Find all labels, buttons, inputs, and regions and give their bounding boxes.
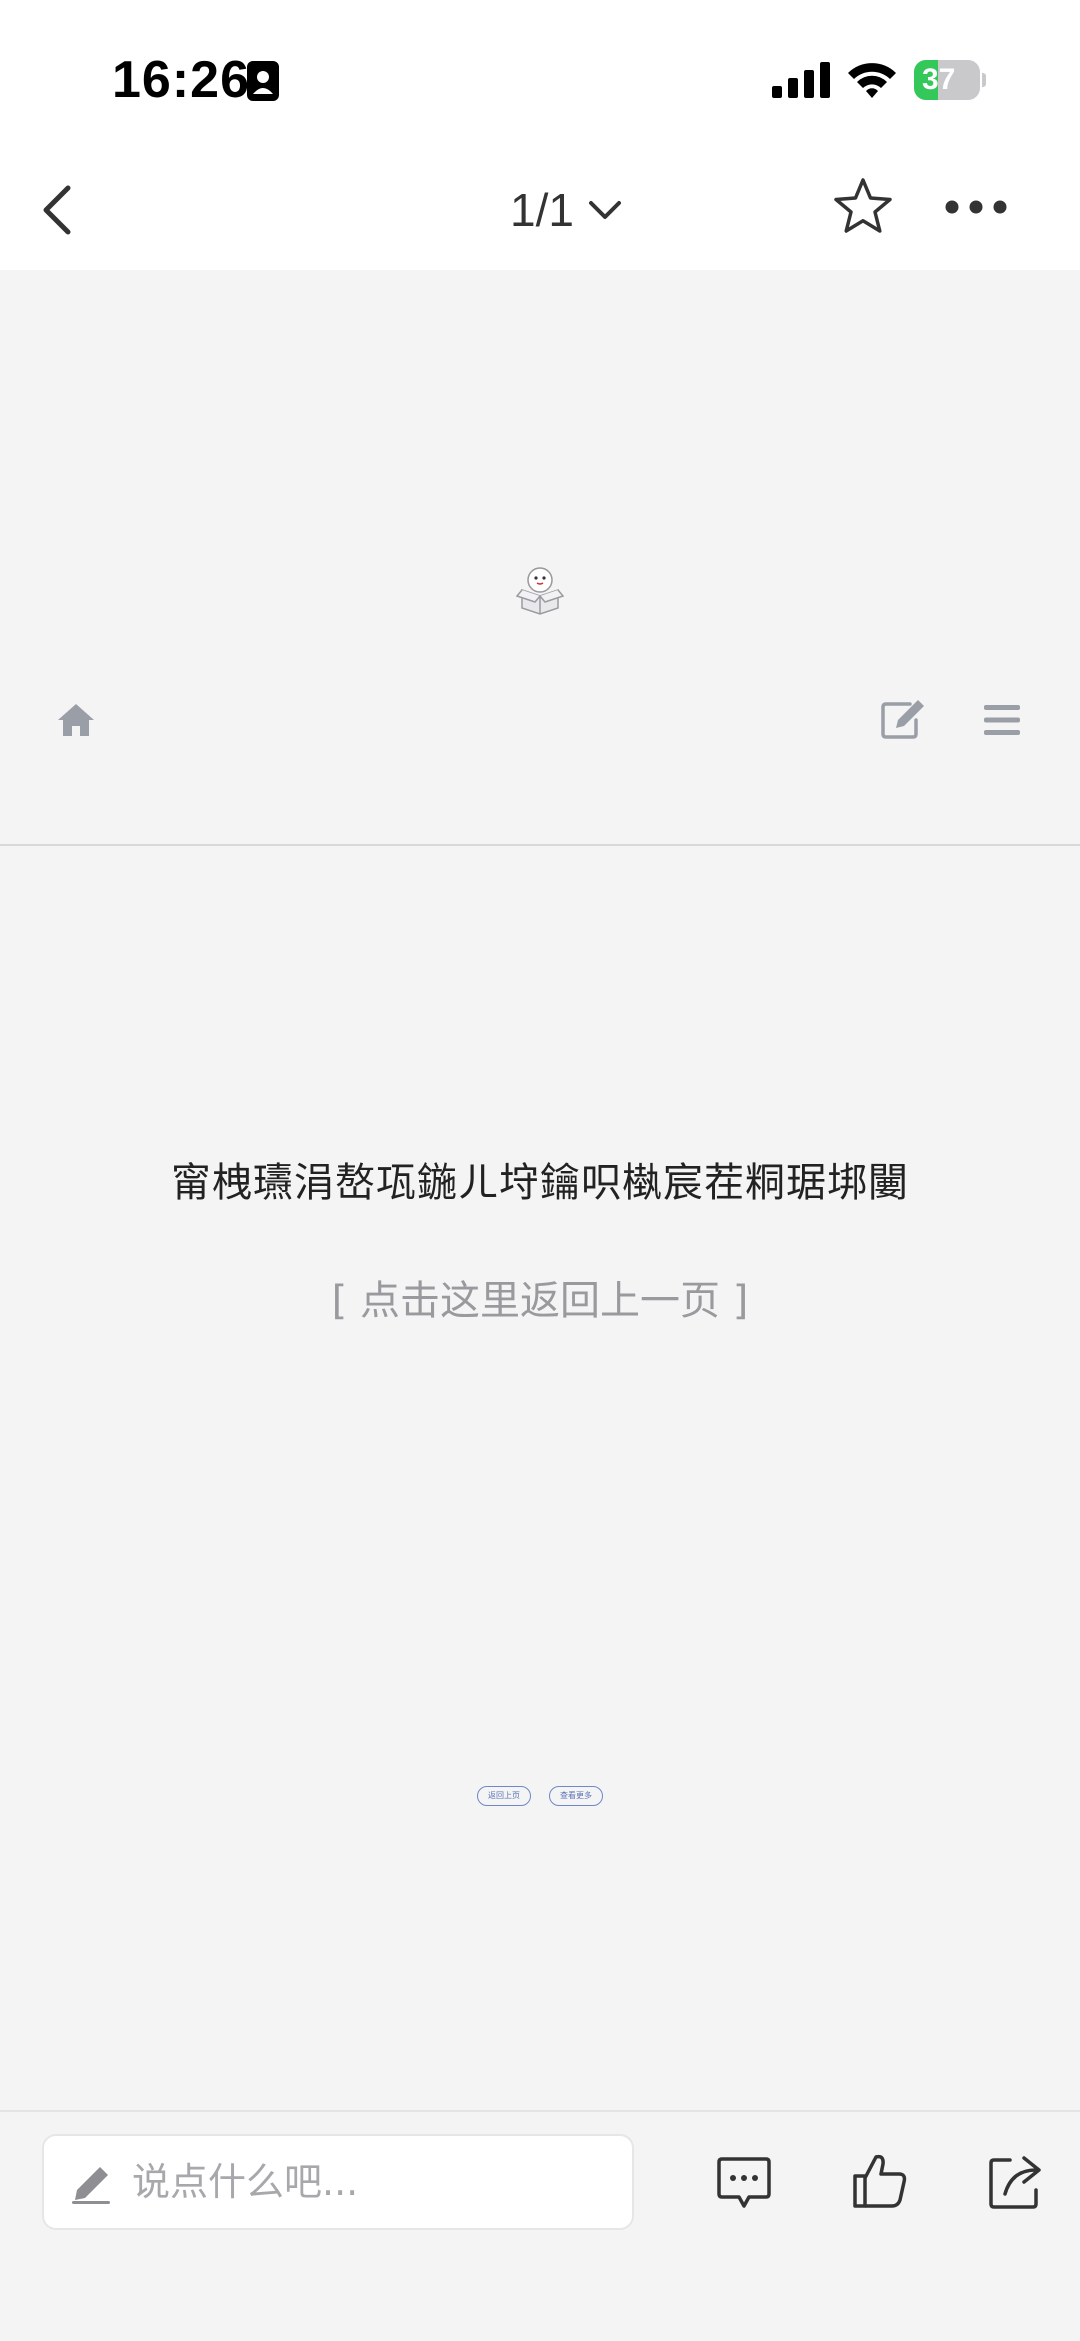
navigation-bar: 1/1 bbox=[0, 150, 1080, 270]
share-icon[interactable] bbox=[988, 2154, 1042, 2210]
comment-input[interactable]: 说点什么吧... bbox=[42, 2134, 634, 2230]
favorite-star-button[interactable] bbox=[832, 176, 894, 238]
edit-icon[interactable] bbox=[880, 698, 926, 740]
mascot-box-icon bbox=[516, 567, 564, 615]
menu-icon[interactable] bbox=[982, 702, 1022, 738]
page-indicator-label: 1/1 bbox=[510, 184, 574, 236]
page-selector[interactable]: 1/1 bbox=[510, 178, 622, 242]
view-more-mini-button[interactable]: 查看更多 bbox=[549, 1786, 603, 1806]
error-message: 甯栧瓙涓嶅瓨鍦ㄦ垨鑰呮槸宸茬粡琚垹闄 bbox=[171, 1160, 909, 1206]
home-icon[interactable] bbox=[56, 702, 96, 738]
chevron-down-icon bbox=[588, 201, 621, 219]
web-content: 甯栧瓙涓嶅瓨鍦ㄦ垨鑰呮槸宸茬粡琚垹闄 [ 点击这里返回上一页 ] 返回上页 查看… bbox=[0, 270, 1080, 2110]
bottom-action-bar: 说点什么吧... bbox=[0, 2110, 1080, 2341]
site-header-bar bbox=[0, 660, 1080, 846]
wifi-icon bbox=[848, 63, 896, 98]
comments-icon[interactable] bbox=[716, 2156, 772, 2210]
mini-button-row: 返回上页 查看更多 bbox=[0, 1786, 1080, 1806]
comment-placeholder: 说点什么吧... bbox=[132, 2160, 359, 2204]
pencil-icon bbox=[72, 2167, 110, 2204]
back-to-previous-link[interactable]: [ 点击这里返回上一页 ] bbox=[0, 1268, 1080, 1326]
contact-card-icon bbox=[247, 61, 279, 101]
battery-level: 37 bbox=[922, 63, 956, 96]
cellular-signal-icon bbox=[772, 62, 830, 98]
thumbs-up-icon[interactable] bbox=[852, 2152, 908, 2210]
more-options-button[interactable] bbox=[944, 190, 1008, 224]
battery-indicator: 37 bbox=[914, 60, 986, 100]
go-back-mini-button[interactable]: 返回上页 bbox=[477, 1786, 531, 1806]
status-time: 16:26 bbox=[112, 51, 250, 109]
back-button[interactable] bbox=[30, 180, 90, 240]
status-bar: 16:26 37 bbox=[0, 0, 1080, 150]
